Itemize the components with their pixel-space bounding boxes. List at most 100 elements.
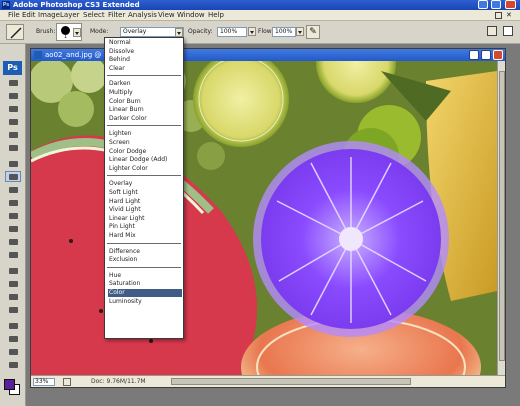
blend-mode-item-luminosity[interactable]: Luminosity bbox=[108, 298, 182, 306]
magic-wand-tool-button[interactable] bbox=[5, 116, 21, 127]
mode-select[interactable]: Overlay bbox=[120, 27, 184, 37]
blend-mode-item-hard-mix[interactable]: Hard Mix bbox=[108, 232, 182, 240]
blend-mode-item-color[interactable]: Color bbox=[108, 289, 182, 297]
status-menu-icon[interactable] bbox=[63, 378, 71, 386]
zoom-tool-button[interactable] bbox=[5, 359, 21, 370]
menu-separator bbox=[107, 75, 181, 77]
maximize-icon[interactable] bbox=[491, 0, 501, 9]
blend-mode-item-soft-light[interactable]: Soft Light bbox=[108, 189, 182, 197]
clone-stamp-tool-button[interactable] bbox=[5, 184, 21, 195]
flow-arrow-icon[interactable] bbox=[296, 27, 304, 36]
app-icon: Ps bbox=[2, 1, 10, 9]
blend-mode-item-lighten[interactable]: Lighten bbox=[108, 130, 182, 138]
blend-mode-item-color-dodge[interactable]: Color Dodge bbox=[108, 148, 182, 156]
brush-tool-button[interactable] bbox=[5, 171, 21, 182]
menu-image[interactable]: Image bbox=[38, 11, 60, 20]
blend-mode-dropdown: Normal Dissolve Behind Clear Darken Multiply C… bbox=[104, 37, 184, 339]
shape-tool-button[interactable] bbox=[5, 304, 21, 315]
blend-mode-item-linear-dodge-add[interactable]: Linear Dodge (Add) bbox=[108, 156, 182, 164]
blend-mode-item-difference[interactable]: Difference bbox=[108, 248, 182, 256]
blend-mode-item-hue[interactable]: Hue bbox=[108, 272, 182, 280]
menu-select[interactable]: Select bbox=[83, 11, 105, 20]
blend-mode-item-darker-color[interactable]: Darker Color bbox=[108, 115, 182, 123]
type-tool-button[interactable] bbox=[5, 278, 21, 289]
doc-size: Doc: 9.76M/11.7M bbox=[91, 378, 146, 385]
minimize-icon[interactable] bbox=[478, 0, 488, 9]
lasso-tool-button[interactable] bbox=[5, 103, 21, 114]
brush-picker[interactable]: 1 bbox=[56, 23, 82, 41]
workspace-menu-icon[interactable] bbox=[503, 26, 513, 36]
blur-tool-button[interactable] bbox=[5, 236, 21, 247]
crop-tool-button[interactable] bbox=[5, 129, 21, 140]
menu-window[interactable]: Window bbox=[177, 11, 205, 20]
slice-tool-button[interactable] bbox=[5, 142, 21, 153]
blend-mode-item-multiply[interactable]: Multiply bbox=[108, 89, 182, 97]
hand-icon bbox=[8, 348, 18, 355]
menu-analysis[interactable]: Analysis bbox=[128, 11, 157, 20]
blend-mode-item-hard-light[interactable]: Hard Light bbox=[108, 198, 182, 206]
blend-mode-item-exclusion[interactable]: Exclusion bbox=[108, 256, 182, 264]
zoom-field[interactable]: 33% bbox=[33, 378, 55, 386]
path-selection-tool-button[interactable] bbox=[5, 291, 21, 302]
mode-select-value: Overlay bbox=[123, 28, 147, 35]
blend-mode-item-pin-light[interactable]: Pin Light bbox=[108, 223, 182, 231]
blend-mode-item-linear-light[interactable]: Linear Light bbox=[108, 215, 182, 223]
airbrush-toggle-icon[interactable]: ✎ bbox=[306, 25, 320, 39]
foreground-color-swatch[interactable] bbox=[4, 379, 15, 390]
menu-help[interactable]: Help bbox=[208, 11, 224, 20]
brush-picker-arrow-icon[interactable] bbox=[73, 28, 81, 37]
blend-mode-item-behind[interactable]: Behind bbox=[108, 56, 182, 64]
dodge-tool-button[interactable] bbox=[5, 249, 21, 260]
menu-file[interactable]: File bbox=[8, 11, 20, 20]
zoom-icon bbox=[8, 361, 18, 368]
menu-bar: File Edit Image Layer Select Filter Anal… bbox=[0, 10, 520, 21]
palette-well-icon[interactable] bbox=[487, 26, 497, 36]
blend-mode-item-darken[interactable]: Darken bbox=[108, 80, 182, 88]
marquee-tool-button[interactable] bbox=[5, 90, 21, 101]
blend-mode-item-overlay[interactable]: Overlay bbox=[108, 180, 182, 188]
history-brush-tool-button[interactable] bbox=[5, 197, 21, 208]
healing-brush-tool-button[interactable] bbox=[5, 158, 21, 169]
document-title-bar: ao02_and.jpg @ 2 bbox=[31, 49, 505, 61]
blend-mode-item-color-burn[interactable]: Color Burn bbox=[108, 98, 182, 106]
vertical-scrollbar[interactable] bbox=[497, 61, 505, 375]
doc-minimize-icon[interactable] bbox=[469, 50, 479, 60]
notes-tool-button[interactable] bbox=[5, 320, 21, 331]
healing-brush-icon bbox=[8, 160, 18, 167]
doc-close-icon[interactable] bbox=[493, 50, 503, 60]
flow-field[interactable]: 100% bbox=[272, 27, 296, 37]
eraser-tool-button[interactable] bbox=[5, 210, 21, 221]
mode-select-arrow-icon[interactable] bbox=[175, 28, 183, 37]
blend-mode-item-normal[interactable]: Normal bbox=[108, 39, 182, 47]
clone-stamp-icon bbox=[8, 186, 18, 193]
blend-mode-item-screen[interactable]: Screen bbox=[108, 139, 182, 147]
eyedropper-tool-button[interactable] bbox=[5, 333, 21, 344]
photoshop-logo[interactable]: Ps bbox=[3, 61, 22, 75]
close-doc-icon[interactable]: ✕ bbox=[506, 11, 512, 19]
restore-icon[interactable] bbox=[495, 12, 502, 19]
menu-filter[interactable]: Filter bbox=[108, 11, 125, 20]
menu-layer[interactable]: Layer bbox=[60, 11, 80, 20]
tool-preset-picker[interactable] bbox=[6, 24, 24, 40]
gradient-tool-button[interactable] bbox=[5, 223, 21, 234]
fruit-photo bbox=[31, 61, 497, 375]
vertical-scroll-thumb[interactable] bbox=[499, 71, 505, 361]
hand-tool-button[interactable] bbox=[5, 346, 21, 357]
blend-mode-item-linear-burn[interactable]: Linear Burn bbox=[108, 106, 182, 114]
blend-mode-item-clear[interactable]: Clear bbox=[108, 65, 182, 73]
brush-size-value: 1 bbox=[64, 34, 68, 40]
menu-edit[interactable]: Edit bbox=[22, 11, 36, 20]
doc-maximize-icon[interactable] bbox=[481, 50, 491, 60]
opacity-field[interactable]: 100% bbox=[217, 27, 247, 37]
blend-mode-item-dissolve[interactable]: Dissolve bbox=[108, 48, 182, 56]
move-tool-button[interactable] bbox=[5, 77, 21, 88]
image-canvas[interactable] bbox=[31, 61, 497, 375]
menu-view[interactable]: View bbox=[158, 11, 175, 20]
pen-tool-button[interactable] bbox=[5, 265, 21, 276]
horizontal-scroll-thumb[interactable] bbox=[171, 378, 411, 385]
blend-mode-item-lighter-color[interactable]: Lighter Color bbox=[108, 165, 182, 173]
blend-mode-item-saturation[interactable]: Saturation bbox=[108, 280, 182, 288]
opacity-arrow-icon[interactable] bbox=[248, 27, 256, 36]
close-icon[interactable] bbox=[505, 0, 516, 9]
blend-mode-item-vivid-light[interactable]: Vivid Light bbox=[108, 206, 182, 214]
